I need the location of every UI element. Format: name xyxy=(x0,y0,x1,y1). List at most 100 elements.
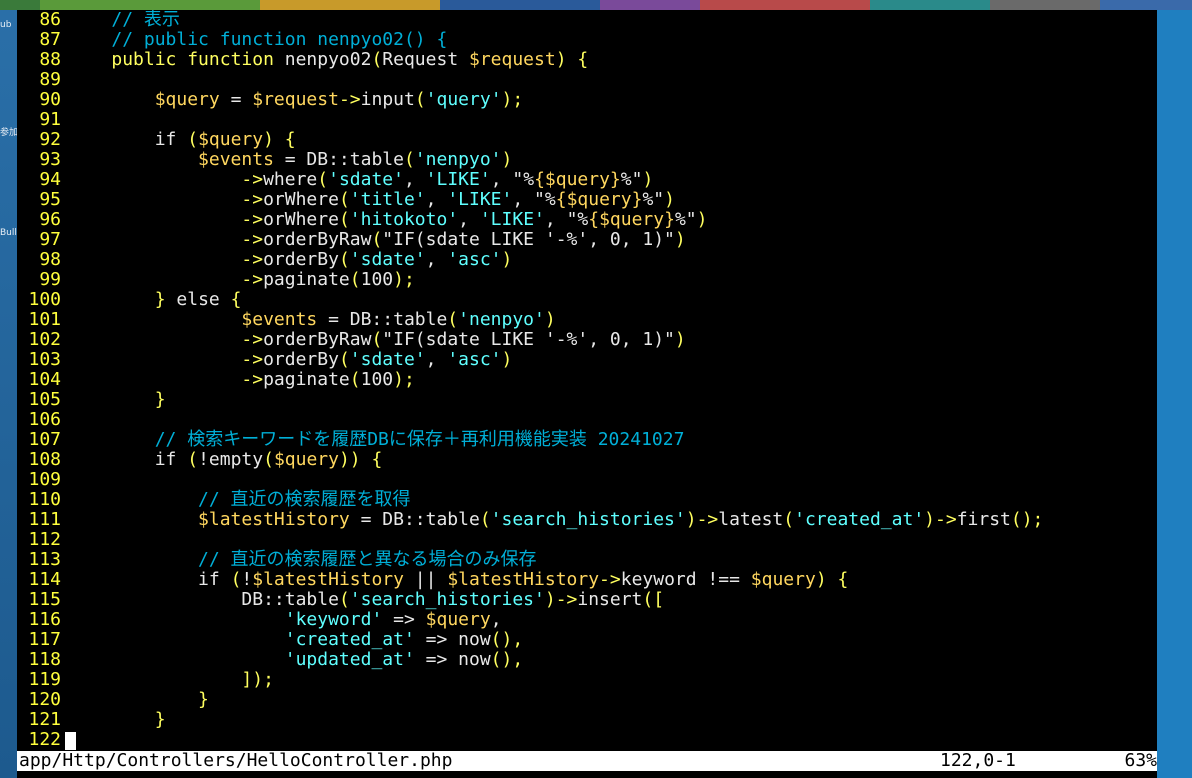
code-token: ( xyxy=(187,449,199,470)
code-line[interactable]: 109 xyxy=(17,470,1157,490)
code-token: latest xyxy=(718,509,784,530)
code-line[interactable]: 100 } else { xyxy=(17,290,1157,310)
code-token: ) xyxy=(664,189,675,210)
code-line[interactable]: 88 public function nenpyo02(Request $req… xyxy=(17,50,1157,70)
code-token: = xyxy=(219,89,253,110)
line-number: 103 xyxy=(28,349,61,370)
code-token: keyword !== xyxy=(620,569,751,590)
code-token: ) xyxy=(642,169,654,190)
code-token: paginate xyxy=(263,369,350,390)
code-token: ( xyxy=(263,449,274,470)
code-line[interactable]: 97 ->orderByRaw("IF(sdate LIKE '-%', 0, … xyxy=(17,230,1157,250)
code-token: if xyxy=(198,569,231,590)
code-text: ->orderByRaw("IF(sdate LIKE '-%', 0, 1)"… xyxy=(68,329,685,350)
code-token: ( xyxy=(338,589,350,610)
line-number: 100 xyxy=(28,289,61,310)
code-token: )-> xyxy=(544,589,578,610)
code-token: -> xyxy=(599,569,621,590)
code-line[interactable]: 107 // 検索キーワードを履歴DBに保存＋再利用機能実装 20241027 xyxy=(17,430,1157,450)
code-token: "IF(sdate LIKE '-%', 0, 1)" xyxy=(382,329,675,350)
code-token: = DB::table xyxy=(349,509,480,530)
code-token: 'nenpyo' xyxy=(414,149,502,170)
code-line[interactable]: 117 'created_at' => now(), xyxy=(17,630,1157,650)
code-token: 'search_histories' xyxy=(349,589,545,610)
code-line[interactable]: 103 ->orderBy('sdate', 'asc') xyxy=(17,350,1157,370)
code-line[interactable]: 113 // 直近の検索履歴と異なる場合のみ保存 xyxy=(17,550,1157,570)
code-line[interactable]: 114 if (!$latestHistory || $latestHistor… xyxy=(17,570,1157,590)
code-line[interactable]: 106 xyxy=(17,410,1157,430)
code-token: DB::table xyxy=(241,589,339,610)
code-token: -> xyxy=(241,169,264,190)
code-token: ( xyxy=(447,309,459,330)
code-token: 'LIKE' xyxy=(479,209,545,230)
code-token: 'title' xyxy=(349,189,426,210)
code-line[interactable]: 108 if (!empty($query)) { xyxy=(17,450,1157,470)
code-token: $events xyxy=(198,149,274,170)
code-token: 'search_histories' xyxy=(490,509,686,530)
code-line[interactable]: 91 xyxy=(17,110,1157,130)
code-line[interactable]: 98 ->orderBy('sdate', 'asc') xyxy=(17,250,1157,270)
code-token: , xyxy=(544,209,567,230)
code-line[interactable]: 92 if ($query) { xyxy=(17,130,1157,150)
code-line[interactable]: 96 ->orWhere('hitokoto', 'LIKE', "%{$que… xyxy=(17,210,1157,230)
code-token: ) { xyxy=(263,129,296,150)
code-line[interactable]: 87 // public function nenpyo02() { xyxy=(17,30,1157,50)
code-text: ->orderBy('sdate', 'asc') xyxy=(68,350,512,370)
code-token: ( xyxy=(187,129,199,150)
code-line[interactable]: 89 xyxy=(17,70,1157,90)
code-token: => xyxy=(382,609,426,630)
line-number: 104 xyxy=(28,369,61,390)
command-line[interactable] xyxy=(17,771,1157,778)
status-scroll-percent: 63% xyxy=(1124,750,1157,771)
code-line[interactable]: 112 xyxy=(17,530,1157,550)
code-token: , xyxy=(425,249,448,270)
code-line[interactable]: 105 } xyxy=(17,390,1157,410)
code-token: , xyxy=(425,189,448,210)
code-line[interactable]: 93 $events = DB::table('nenpyo') xyxy=(17,150,1157,170)
editor-buffer[interactable]: 86 // 表示 87 // public function nenpyo02()… xyxy=(17,10,1157,750)
line-number: 105 xyxy=(28,389,61,410)
code-line[interactable]: 104 ->paginate(100); xyxy=(17,370,1157,390)
code-token: ( xyxy=(338,249,350,270)
line-number: 108 xyxy=(28,449,61,470)
code-line[interactable]: 118 'updated_at' => now(), xyxy=(17,650,1157,670)
code-line[interactable]: 99 ->paginate(100); xyxy=(17,270,1157,290)
code-line[interactable]: 94 ->where('sdate', 'LIKE', "%{$query}%"… xyxy=(17,170,1157,190)
code-text: // 検索キーワードを履歴DBに保存＋再利用機能実装 20241027 xyxy=(68,430,685,450)
terminal-window[interactable]: 86 // 表示 87 // public function nenpyo02()… xyxy=(17,10,1157,778)
code-token: 'query' xyxy=(425,89,502,110)
code-line[interactable]: 115 DB::table('search_histories')->inser… xyxy=(17,590,1157,610)
code-text: public function nenpyo02(Request $reques… xyxy=(68,50,588,70)
code-line[interactable]: 122 xyxy=(17,730,1157,750)
code-line[interactable]: 101 $events = DB::table('nenpyo') xyxy=(17,310,1157,330)
code-line[interactable]: 102 ->orderByRaw("IF(sdate LIKE '-%', 0,… xyxy=(17,330,1157,350)
code-line[interactable]: 116 'keyword' => $query, xyxy=(17,610,1157,630)
code-token: Request xyxy=(382,49,469,70)
code-line[interactable]: 110 // 直近の検索履歴を取得 xyxy=(17,490,1157,510)
line-number: 86 xyxy=(39,10,61,30)
code-token: !empty xyxy=(198,449,264,470)
code-token: -> xyxy=(241,229,264,250)
code-line[interactable]: 90 $query = $request->input('query'); xyxy=(17,90,1157,110)
code-line[interactable]: 111 $latestHistory = DB::table('search_h… xyxy=(17,510,1157,530)
code-token: , xyxy=(490,169,513,190)
code-line[interactable]: 86 // 表示 xyxy=(17,10,1157,30)
code-line[interactable]: 119 ]); xyxy=(17,670,1157,690)
desktop-taskbar-strip xyxy=(0,0,1192,10)
code-token: now xyxy=(458,649,491,670)
code-token: orWhere xyxy=(263,209,339,230)
code-token: $query xyxy=(750,569,816,590)
code-line[interactable]: 120 } xyxy=(17,690,1157,710)
code-token: ( xyxy=(414,89,426,110)
code-token: -> xyxy=(241,209,264,230)
code-line[interactable]: 121 } xyxy=(17,710,1157,730)
code-token: 'sdate' xyxy=(349,349,426,370)
code-line[interactable]: 95 ->orWhere('title', 'LIKE', "%{$query}… xyxy=(17,190,1157,210)
